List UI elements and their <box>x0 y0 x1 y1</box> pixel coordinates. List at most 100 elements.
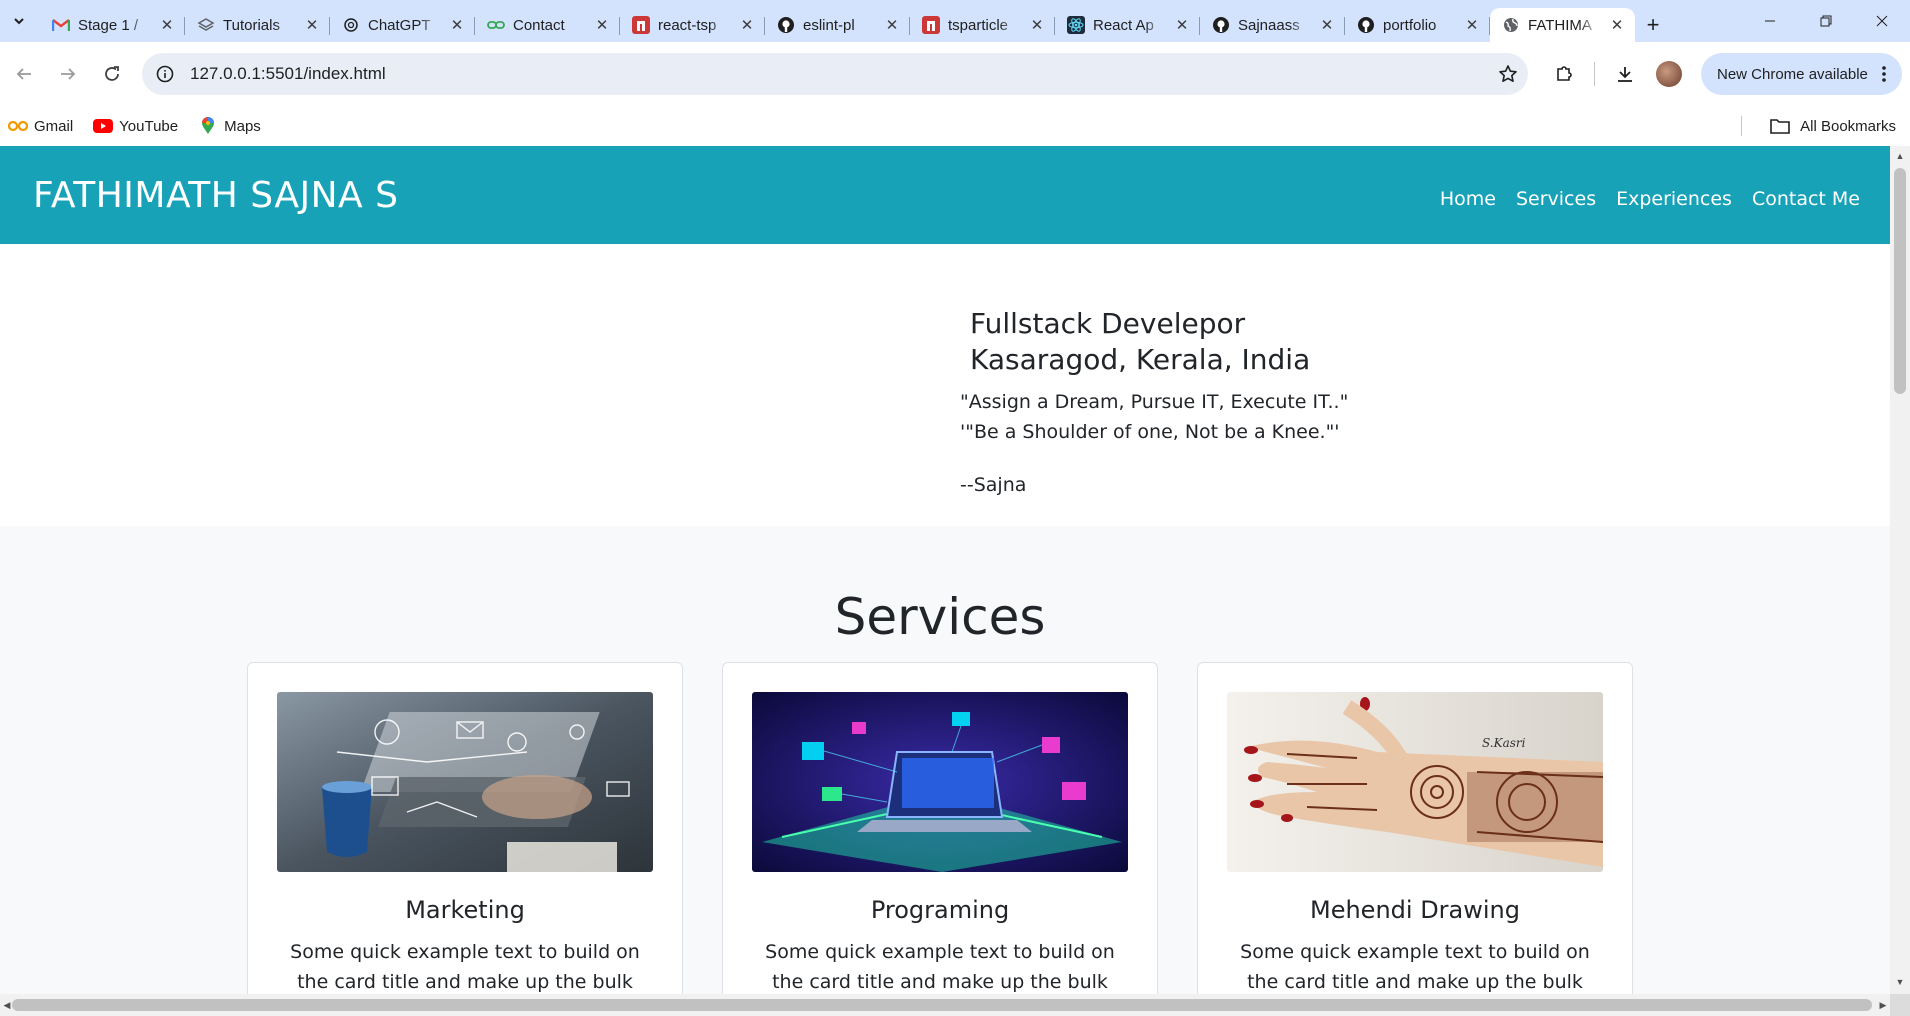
close-icon[interactable]: ✕ <box>884 16 900 34</box>
bookmark-youtube[interactable]: YouTube <box>93 118 178 135</box>
all-bookmarks-label: All Bookmarks <box>1800 117 1896 135</box>
npm-icon <box>632 16 650 34</box>
site-brand[interactable]: FATHIMATH SAJNA S <box>33 175 398 216</box>
close-icon[interactable]: ✕ <box>1609 16 1625 34</box>
marketing-image <box>277 692 653 872</box>
card-text: Some quick example text to build on the … <box>290 941 640 993</box>
tab-title: ChatGPT <box>368 16 431 34</box>
back-button[interactable] <box>4 54 44 94</box>
toolbar-divider <box>1594 62 1595 86</box>
nav-links: Home Services Experiences Contact Me <box>1440 188 1860 210</box>
tab-4[interactable]: react-tsp ✕ <box>620 8 765 42</box>
forward-button[interactable] <box>48 54 88 94</box>
gmail-bookmark-icon <box>8 118 28 134</box>
youtube-icon <box>93 118 114 134</box>
new-tab-button[interactable]: + <box>1635 8 1671 42</box>
site-info-icon[interactable] <box>154 63 176 85</box>
bookmark-gmail[interactable]: Gmail <box>8 118 73 135</box>
tab-6[interactable]: tsparticle ✕ <box>910 8 1055 42</box>
all-bookmarks-button[interactable]: All Bookmarks <box>1741 116 1896 136</box>
update-chrome-button[interactable]: New Chrome available <box>1701 53 1902 95</box>
scroll-up-arrow-icon[interactable]: ▲ <box>1890 148 1910 164</box>
service-card-mehendi: S.Kasri Mehendi Drawing Some quick examp… <box>1197 662 1633 994</box>
tab-1[interactable]: Tutorials ✕ <box>185 8 330 42</box>
bookmarks-divider <box>1741 116 1743 136</box>
bookmark-label: YouTube <box>119 117 179 135</box>
tab-title: portfolio <box>1383 16 1437 34</box>
tab-search-button[interactable] <box>4 6 34 36</box>
scroll-right-arrow-icon[interactable]: ▶ <box>1876 997 1890 1013</box>
card-title: Marketing <box>405 896 525 924</box>
bookmark-maps[interactable]: Maps <box>198 117 261 135</box>
card-text: Some quick example text to build on the … <box>765 941 1115 993</box>
tab-10-active[interactable]: FATHIMA ✕ <box>1490 8 1635 42</box>
vertical-scrollbar[interactable]: ▲ ▼ <box>1890 146 1910 994</box>
minimize-button[interactable] <box>1742 0 1798 42</box>
close-icon[interactable]: ✕ <box>1464 16 1480 34</box>
github-icon <box>777 16 795 34</box>
tab-title: Sajnaass <box>1238 16 1300 34</box>
tab-7[interactable]: React Ap ✕ <box>1055 8 1200 42</box>
arrow-left-icon <box>16 68 31 80</box>
bookmark-star-icon[interactable] <box>1488 64 1528 84</box>
scroll-down-arrow-icon[interactable]: ▼ <box>1890 974 1910 990</box>
tab-title: eslint-pl <box>803 16 855 34</box>
services-heading: Services <box>834 588 1046 646</box>
nav-link-contact[interactable]: Contact Me <box>1752 188 1860 210</box>
vertical-scroll-thumb[interactable] <box>1894 168 1906 394</box>
tab-title: FATHIMA <box>1528 16 1592 34</box>
tab-title: Stage 1 / <box>78 16 139 34</box>
plus-icon: + <box>1646 12 1660 37</box>
horizontal-scroll-thumb[interactable] <box>12 999 1872 1011</box>
tab-5[interactable]: eslint-pl ✕ <box>765 8 910 42</box>
browser-toolbar: 127.0.0.1:5501/index.html New Chrome ava… <box>0 42 1910 106</box>
nav-link-experiences[interactable]: Experiences <box>1616 188 1732 210</box>
close-icon[interactable]: ✕ <box>1319 16 1335 34</box>
tab-9[interactable]: portfolio ✕ <box>1345 8 1490 42</box>
hero-location: Kasaragod, Kerala, India <box>970 343 1311 376</box>
hero-section: Fullstack Develepor Kasaragod, Kerala, I… <box>0 244 1890 526</box>
close-window-button[interactable] <box>1854 0 1910 42</box>
close-icon[interactable]: ✕ <box>1174 16 1190 34</box>
more-vert-icon <box>1882 66 1886 82</box>
services-section: Services Marketing Some quick example te… <box>0 526 1890 994</box>
reload-button[interactable] <box>92 54 132 94</box>
service-card-programming: Programing Some quick example text to bu… <box>722 662 1158 994</box>
nav-link-home[interactable]: Home <box>1440 188 1496 210</box>
page-viewport: FATHIMATH SAJNA S Home Services Experien… <box>0 146 1890 994</box>
tab-strip: Stage 1 / ✕ Tutorials ✕ ChatGPT ✕ Contac… <box>0 0 1910 42</box>
restore-icon <box>1820 15 1832 27</box>
download-icon <box>1618 67 1632 82</box>
tab-3[interactable]: Contact ✕ <box>475 8 620 42</box>
tab-title: Contact <box>513 16 565 34</box>
card-title: Programing <box>870 896 1010 924</box>
close-icon[interactable]: ✕ <box>159 16 175 34</box>
close-icon[interactable]: ✕ <box>739 16 755 34</box>
url-text: 127.0.0.1:5501/index.html <box>190 64 386 83</box>
hero-title: Fullstack Develepor Kasaragod, Kerala, I… <box>970 306 1310 378</box>
chatgpt-icon <box>342 16 360 34</box>
close-icon[interactable]: ✕ <box>304 16 320 34</box>
site-navbar: FATHIMATH SAJNA S Home Services Experien… <box>0 146 1890 244</box>
close-window-icon <box>1876 15 1888 27</box>
nav-link-services[interactable]: Services <box>1516 188 1596 210</box>
close-icon[interactable]: ✕ <box>449 16 465 34</box>
downloads-button[interactable] <box>1603 54 1647 94</box>
layers-icon <box>197 16 215 34</box>
tab-2[interactable]: ChatGPT ✕ <box>330 8 475 42</box>
gmail-icon <box>52 16 70 34</box>
horizontal-scrollbar[interactable]: ◀ ▶ <box>0 994 1890 1016</box>
tab-title: React Ap <box>1093 16 1154 34</box>
profile-button[interactable] <box>1647 54 1691 94</box>
tab-8[interactable]: Sajnaass ✕ <box>1200 8 1345 42</box>
github-icon <box>1357 16 1375 34</box>
restore-button[interactable] <box>1798 0 1854 42</box>
close-icon[interactable]: ✕ <box>594 16 610 34</box>
tab-0[interactable]: Stage 1 / ✕ <box>40 8 185 42</box>
address-bar[interactable]: 127.0.0.1:5501/index.html <box>142 53 1528 95</box>
chevron-down-icon <box>14 18 24 25</box>
close-icon[interactable]: ✕ <box>1029 16 1045 34</box>
extensions-button[interactable] <box>1542 54 1586 94</box>
maps-icon <box>198 117 218 134</box>
puzzle-icon <box>1557 66 1572 81</box>
